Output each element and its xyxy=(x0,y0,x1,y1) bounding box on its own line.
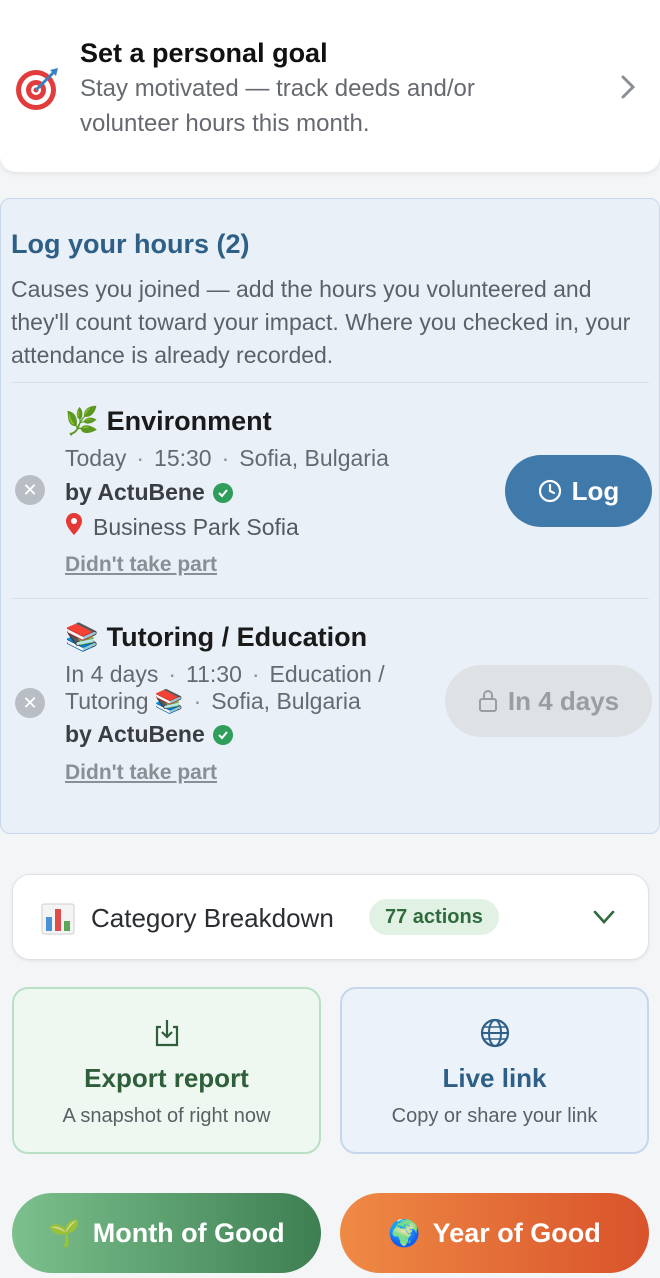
actions-count-badge: 77 actions xyxy=(369,899,499,935)
seedling-icon: 🌱 xyxy=(48,1217,81,1248)
lock-icon xyxy=(478,690,497,712)
event-organizer: by ActuBene xyxy=(65,479,233,506)
live-link-title: Live link xyxy=(442,1063,547,1093)
log-hours-description: Causes you joined — add the hours you vo… xyxy=(11,276,631,368)
books-icon: 📚 xyxy=(65,622,99,652)
chevron-down-icon xyxy=(593,910,615,924)
chevron-right-icon xyxy=(621,75,636,99)
verified-icon xyxy=(212,482,233,503)
event-environment: ✕ 🌿 Environment Today · 15:30 · Sofia, Bulga… xyxy=(1,383,660,597)
live-link-button[interactable]: Live link Copy or share your link xyxy=(340,987,649,1154)
category-breakdown-label: Category Breakdown xyxy=(91,903,334,933)
leaf-icon: 🌿 xyxy=(65,406,99,436)
month-of-good-label: Month of Good xyxy=(92,1217,285,1248)
live-link-subtitle: Copy or share your link xyxy=(391,1105,598,1127)
year-of-good-label: Year of Good xyxy=(432,1217,601,1248)
category-breakdown-toggle[interactable]: Category Breakdown 77 actions xyxy=(12,874,649,960)
globe-emoji-icon: 🌍 xyxy=(388,1217,421,1248)
event-title: 🌿 Environment xyxy=(65,405,272,437)
locked-log-button: In 4 days xyxy=(445,665,652,737)
goal-title: Set a personal goal xyxy=(80,38,328,68)
log-hours-title: Log your hours (2) xyxy=(11,229,250,259)
event-tutoring: ✕ 📚 Tutoring / Education In 4 days · 11:30… xyxy=(1,599,660,829)
log-hours-button[interactable]: Log xyxy=(505,455,652,527)
year-of-good-button[interactable]: 🌍 Year of Good xyxy=(340,1193,649,1273)
event-title: 📚 Tutoring / Education xyxy=(65,621,368,653)
goal-subtitle: Stay motivated — track deeds and/or volu… xyxy=(80,75,475,137)
export-report-button[interactable]: Export report A snapshot of right now xyxy=(12,987,321,1154)
event-organizer: by ActuBene xyxy=(65,721,233,748)
export-report-title: Export report xyxy=(84,1063,249,1093)
didnt-take-part-link[interactable]: Didn't take part xyxy=(65,553,217,577)
bar-chart-icon xyxy=(41,903,75,935)
didnt-take-part-link[interactable]: Didn't take part xyxy=(65,761,217,785)
event-category-location: Tutoring 📚 · Sofia, Bulgaria xyxy=(65,688,361,714)
verified-icon xyxy=(212,724,233,745)
globe-icon xyxy=(480,1018,509,1048)
month-of-good-button[interactable]: 🌱 Month of Good xyxy=(12,1193,321,1273)
event-schedule: In 4 days · 11:30 · Education / xyxy=(65,661,385,687)
pin-icon xyxy=(65,512,83,542)
event-place: Business Park Sofia xyxy=(65,512,299,542)
clock-icon xyxy=(538,479,561,503)
goal-card[interactable]: Set a personal goal Stay motivated — tra… xyxy=(0,0,660,172)
dismiss-event-button[interactable]: ✕ xyxy=(15,475,45,505)
export-report-subtitle: A snapshot of right now xyxy=(62,1105,271,1127)
download-icon xyxy=(155,1020,178,1047)
dismiss-event-button[interactable]: ✕ xyxy=(15,688,45,718)
target-icon xyxy=(16,68,58,110)
event-schedule: Today · 15:30 · Sofia, Bulgaria xyxy=(65,445,389,471)
log-hours-section: Log your hours (2) Causes you joined — a… xyxy=(0,198,660,834)
